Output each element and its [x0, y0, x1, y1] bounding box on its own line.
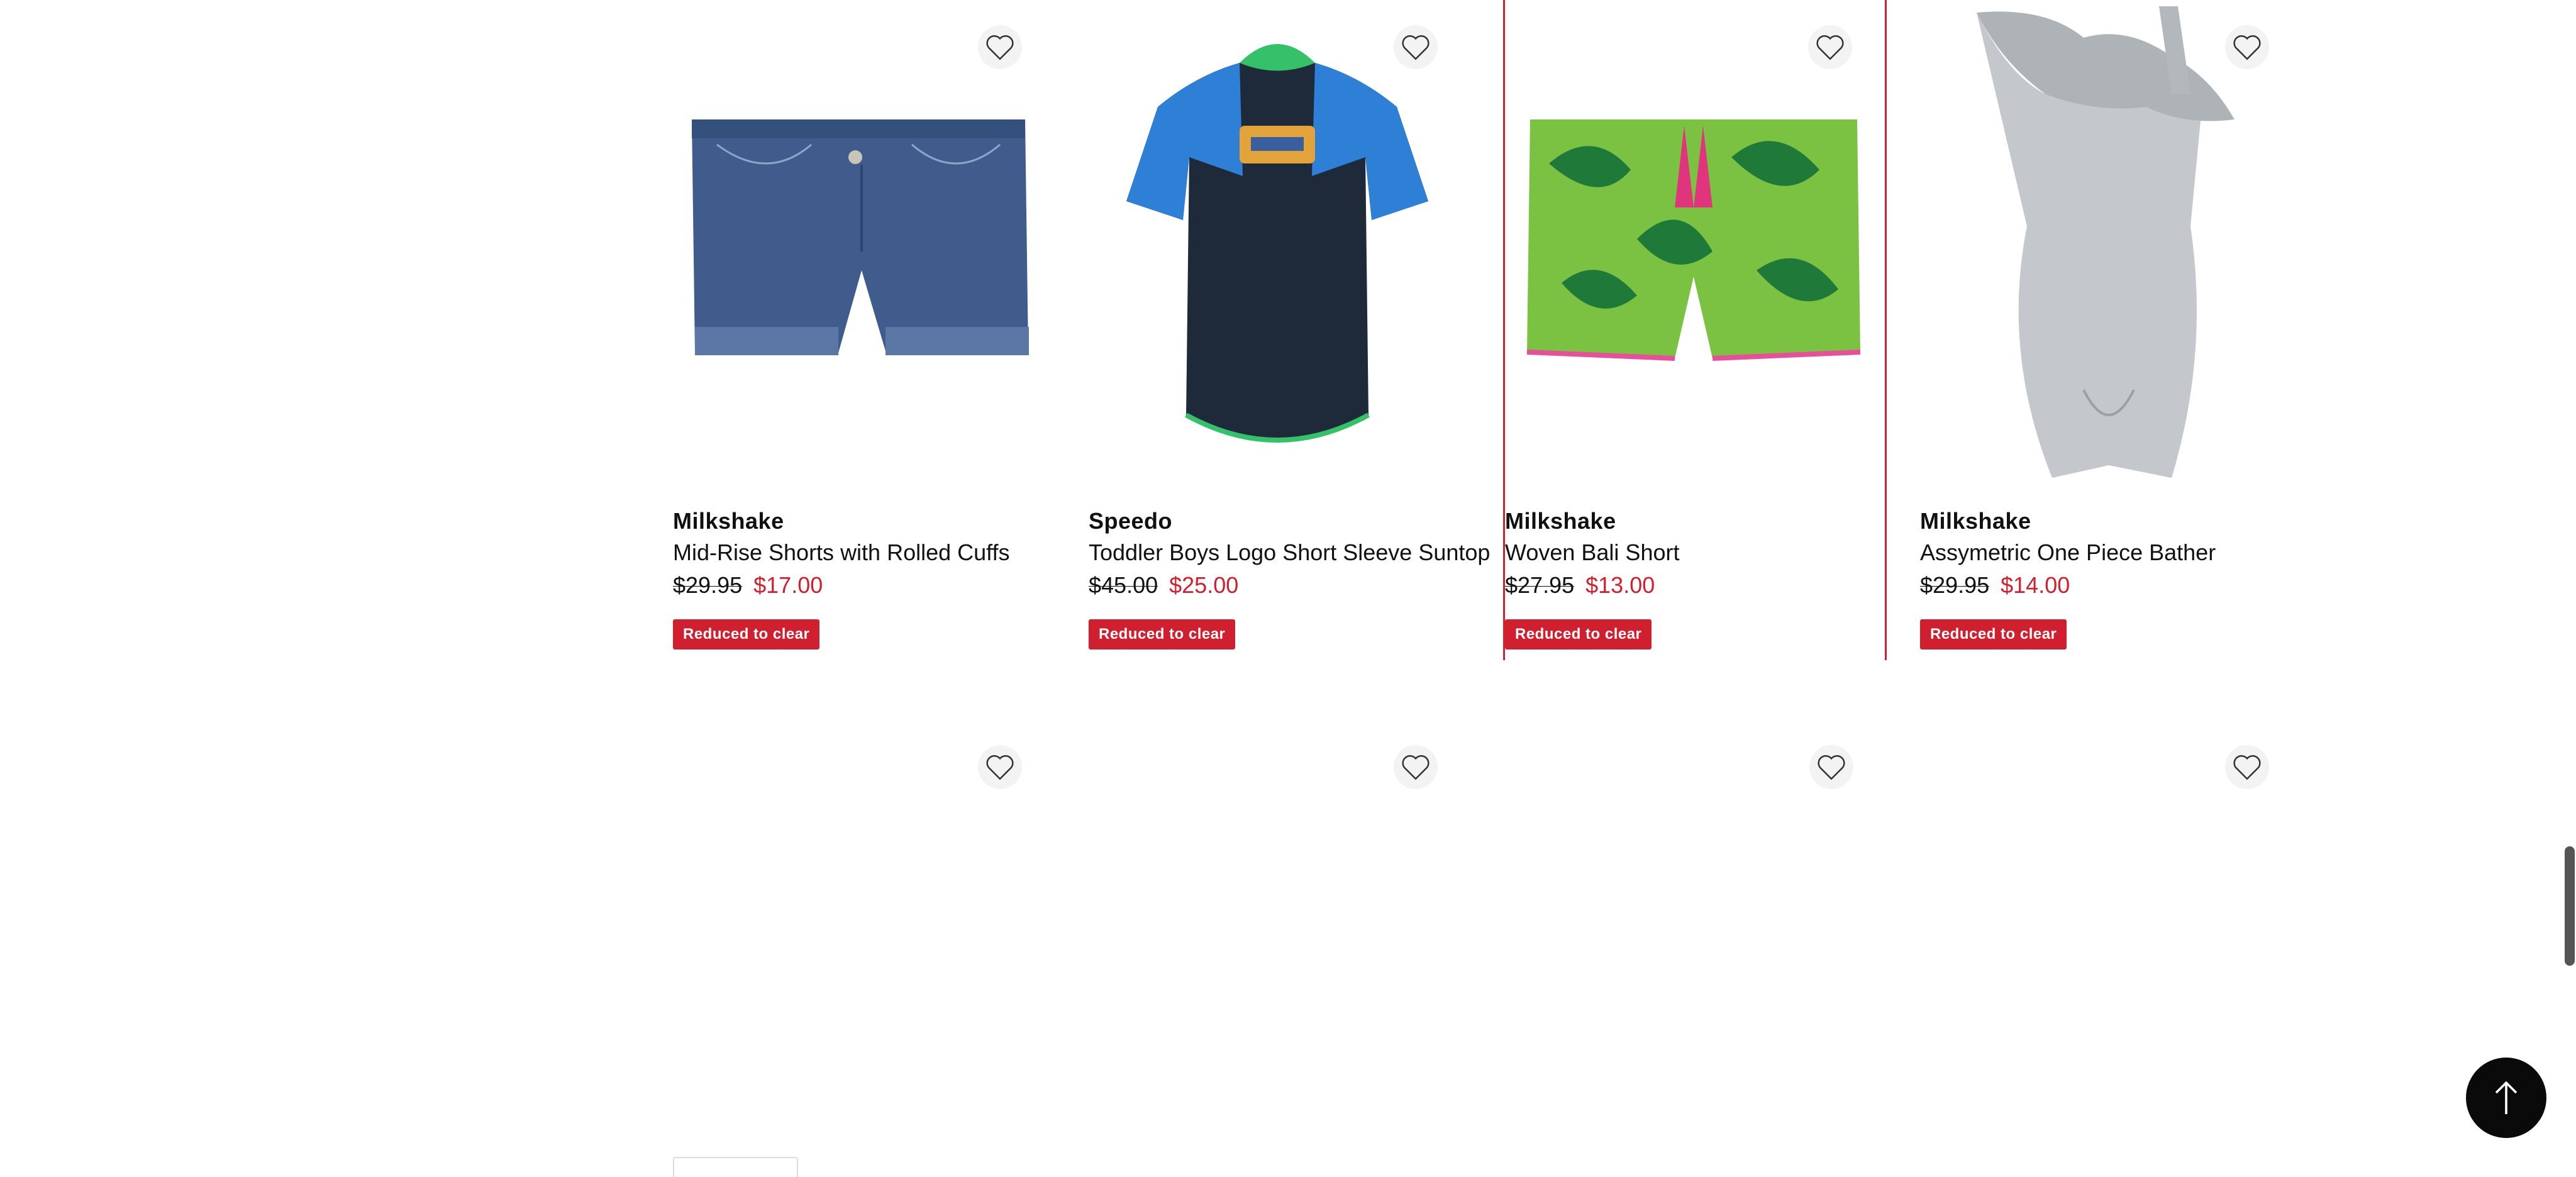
heart-icon — [986, 35, 1014, 60]
pagination-stub[interactable] — [673, 1157, 798, 1177]
wishlist-button[interactable] — [1394, 745, 1438, 789]
price-sale: $14.00 — [2001, 572, 2070, 598]
product-grid-row-1: Milkshake Mid-Rise Shorts with Rolled Cu… — [673, 0, 2333, 666]
price-original: $29.95 — [673, 572, 743, 598]
product-title[interactable]: Woven Bali Short — [1505, 539, 1679, 566]
product-brand[interactable]: Milkshake — [673, 508, 784, 534]
scrollbar-thumb[interactable] — [2565, 846, 2575, 966]
product-grid-row-2 — [673, 720, 2333, 1097]
wishlist-button[interactable] — [2225, 25, 2269, 69]
scrollbar[interactable] — [2562, 0, 2576, 1168]
product-price: $45.00 $25.00 — [1089, 572, 1238, 599]
wishlist-button[interactable] — [2225, 745, 2269, 789]
product-price: $29.95 $14.00 — [1920, 572, 2070, 599]
sale-badge: Reduced to clear — [1089, 619, 1236, 649]
sale-badge: Reduced to clear — [673, 619, 820, 649]
price-original: $27.95 — [1505, 572, 1575, 598]
heart-icon — [1402, 755, 1430, 780]
product-card-placeholder[interactable] — [1920, 720, 2304, 1097]
product-image[interactable] — [1920, 0, 2297, 484]
price-sale: $13.00 — [1585, 572, 1655, 598]
back-to-top-button[interactable] — [2466, 1058, 2546, 1138]
product-card-active[interactable]: Milkshake Woven Bali Short $27.95 $13.00… — [1503, 0, 1887, 660]
heart-icon — [1816, 35, 1844, 60]
product-brand[interactable]: Milkshake — [1505, 508, 1616, 534]
product-title[interactable]: Mid-Rise Shorts with Rolled Cuffs — [673, 539, 1010, 566]
heart-icon — [1818, 755, 1845, 780]
product-price: $27.95 $13.00 — [1505, 572, 1655, 599]
product-brand[interactable]: Milkshake — [1920, 508, 2031, 534]
wishlist-button[interactable] — [1809, 745, 1853, 789]
arrow-up-icon — [2495, 1081, 2518, 1114]
product-price: $29.95 $17.00 — [673, 572, 823, 599]
product-image[interactable] — [1089, 0, 1466, 484]
product-card-placeholder[interactable] — [673, 720, 1057, 1097]
product-card-placeholder[interactable] — [1504, 720, 1888, 1097]
wishlist-button[interactable] — [1808, 25, 1852, 69]
sale-badge: Reduced to clear — [1505, 619, 1652, 649]
price-original: $29.95 — [1920, 572, 1990, 598]
heart-icon — [2233, 755, 2261, 780]
wishlist-button[interactable] — [978, 25, 1022, 69]
product-card[interactable]: Milkshake Assymetric One Piece Bather $2… — [1920, 0, 2304, 660]
wishlist-button[interactable] — [1394, 25, 1438, 69]
heart-icon — [986, 755, 1014, 780]
price-original: $45.00 — [1089, 572, 1158, 598]
product-card[interactable]: Milkshake Mid-Rise Shorts with Rolled Cu… — [673, 0, 1057, 660]
wishlist-button[interactable] — [978, 745, 1022, 789]
heart-icon — [1402, 35, 1430, 60]
product-title[interactable]: Assymetric One Piece Bather — [1920, 539, 2216, 566]
price-sale: $25.00 — [1169, 572, 1239, 598]
product-image[interactable] — [1505, 0, 1882, 484]
heart-icon — [2233, 35, 2261, 60]
product-brand[interactable]: Speedo — [1089, 508, 1172, 534]
product-title[interactable]: Toddler Boys Logo Short Sleeve Suntop — [1089, 539, 1490, 566]
price-sale: $17.00 — [753, 572, 823, 598]
sale-badge: Reduced to clear — [1920, 619, 2067, 649]
product-image[interactable] — [673, 0, 1050, 484]
product-card[interactable]: Speedo Toddler Boys Logo Short Sleeve Su… — [1089, 0, 1490, 660]
product-card-placeholder[interactable] — [1089, 720, 1472, 1097]
